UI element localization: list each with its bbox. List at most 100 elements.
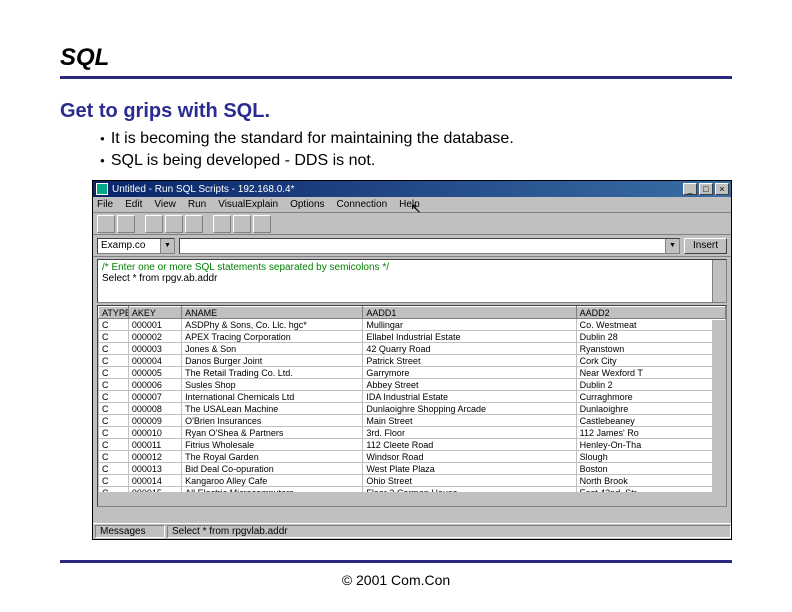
table-cell: Slough: [576, 451, 725, 463]
window-title: Untitled - Run SQL Scripts - 192.168.0.4…: [112, 184, 683, 195]
table-cell: 000011: [128, 439, 181, 451]
menu-file[interactable]: File: [97, 199, 113, 210]
table-cell: Ryan O'Shea & Partners: [182, 427, 363, 439]
table-cell: C: [99, 355, 129, 367]
table-row[interactable]: C000005The Retail Trading Co. Ltd.Garrym…: [99, 367, 726, 379]
sql-editor[interactable]: /* Enter one or more SQL statements sepa…: [97, 259, 727, 303]
chevron-down-icon[interactable]: ▼: [665, 239, 679, 253]
toolbar-explain-icon[interactable]: [213, 215, 231, 233]
table-cell: Ellabel Industrial Estate: [363, 331, 576, 343]
statusbar: Messages Select * from rpgvlab.addr: [93, 523, 731, 539]
table-row[interactable]: C000014Kangaroo Alley CafeOhio StreetNor…: [99, 475, 726, 487]
toolbar-runall-icon[interactable]: [165, 215, 183, 233]
examples-select[interactable]: ▼: [179, 238, 680, 254]
divider-bottom: [60, 560, 732, 563]
maximize-button[interactable]: □: [699, 183, 713, 195]
scrollbar-vertical[interactable]: [712, 260, 726, 302]
table-cell: North Brook: [576, 475, 725, 487]
status-pane-stmt: Select * from rpgvlab.addr: [167, 525, 731, 538]
toolbar-run-icon[interactable]: [145, 215, 163, 233]
table-cell: C: [99, 379, 129, 391]
table-cell: C: [99, 343, 129, 355]
editor-statement: Select * from rpgv.ab.addr: [102, 273, 722, 284]
menu-options[interactable]: Options: [290, 199, 324, 210]
table-row[interactable]: C000002APEX Tracing CorporationEllabel I…: [99, 331, 726, 343]
table-cell: Dunlaoighre: [576, 403, 725, 415]
menu-edit[interactable]: Edit: [125, 199, 142, 210]
table-cell: C: [99, 475, 129, 487]
toolbar-undo-icon[interactable]: [233, 215, 251, 233]
toolbar-stop-icon[interactable]: [185, 215, 203, 233]
table-cell: International Chemicals Ltd: [182, 391, 363, 403]
titlebar: Untitled - Run SQL Scripts - 192.168.0.4…: [93, 181, 731, 197]
scrollbar-vertical[interactable]: [712, 320, 726, 492]
status-pane-messages: Messages: [95, 525, 165, 538]
table-cell: C: [99, 331, 129, 343]
table-cell: C: [99, 367, 129, 379]
examples-row: Examp.co ▼ ▼ Insert: [93, 235, 731, 257]
close-button[interactable]: ×: [715, 183, 729, 195]
table-cell: Ryanstown: [576, 343, 725, 355]
menu-visualexplain[interactable]: VisualExplain: [218, 199, 278, 210]
column-header[interactable]: AADD1: [363, 307, 576, 319]
app-icon: [96, 183, 108, 195]
bullet-list: It is becoming the standard for maintain…: [100, 130, 514, 174]
insert-button[interactable]: Insert: [684, 238, 727, 254]
minimize-button[interactable]: _: [683, 183, 697, 195]
toolbar: [93, 213, 731, 235]
table-row[interactable]: C000009O'Brien InsurancesMain StreetCast…: [99, 415, 726, 427]
table-cell: 000009: [128, 415, 181, 427]
table-cell: Windsor Road: [363, 451, 576, 463]
table-cell: Main Street: [363, 415, 576, 427]
table-row[interactable]: C000008The USALean MachineDunlaoighre Sh…: [99, 403, 726, 415]
toolbar-open-icon[interactable]: [97, 215, 115, 233]
column-header[interactable]: ATYPE: [99, 307, 129, 319]
table-cell: C: [99, 415, 129, 427]
menu-help[interactable]: Help: [399, 199, 420, 210]
table-cell: 000010: [128, 427, 181, 439]
column-header[interactable]: AKEY: [128, 307, 181, 319]
examples-label: Examp.co: [101, 240, 145, 251]
table-row[interactable]: C000010Ryan O'Shea & Partners3rd. Floor1…: [99, 427, 726, 439]
examples-label-combo[interactable]: Examp.co ▼: [97, 238, 175, 254]
table-cell: The USALean Machine: [182, 403, 363, 415]
table-row[interactable]: C000013Bid Deal Co-opurationWest Plate P…: [99, 463, 726, 475]
table-cell: Ohio Street: [363, 475, 576, 487]
table-row[interactable]: C000006Susles ShopAbbey StreetDublin 2: [99, 379, 726, 391]
menu-connection[interactable]: Connection: [337, 199, 388, 210]
menu-view[interactable]: View: [154, 199, 176, 210]
table-cell: 000012: [128, 451, 181, 463]
scrollbar-horizontal[interactable]: [98, 492, 726, 506]
table-row[interactable]: C000004Danos Burger JointPatrick StreetC…: [99, 355, 726, 367]
table-row[interactable]: C000011Fitrius Wholesale112 Cleete RoadH…: [99, 439, 726, 451]
table-cell: Cork City: [576, 355, 725, 367]
toolbar-redo-icon[interactable]: [253, 215, 271, 233]
table-cell: 000013: [128, 463, 181, 475]
table-row[interactable]: C000007International Chemicals LtdIDA In…: [99, 391, 726, 403]
table-cell: 000002: [128, 331, 181, 343]
table-cell: C: [99, 391, 129, 403]
menu-run[interactable]: Run: [188, 199, 206, 210]
table-cell: Fitrius Wholesale: [182, 439, 363, 451]
table-cell: Curraghmore: [576, 391, 725, 403]
table-cell: C: [99, 403, 129, 415]
column-header[interactable]: AADD2: [576, 307, 725, 319]
table-cell: Castlebeaney: [576, 415, 725, 427]
table-cell: 112 Cleete Road: [363, 439, 576, 451]
toolbar-save-icon[interactable]: [117, 215, 135, 233]
divider-top: [60, 76, 732, 79]
table-row[interactable]: C000001ASDPhy & Sons, Co. Llc. hgc*Mulli…: [99, 319, 726, 331]
table-cell: 000003: [128, 343, 181, 355]
table-row[interactable]: C000012The Royal GardenWindsor RoadSloug…: [99, 451, 726, 463]
column-header[interactable]: ANAME: [182, 307, 363, 319]
table-cell: West Plate Plaza: [363, 463, 576, 475]
menubar: File Edit View Run VisualExplain Options…: [93, 197, 731, 213]
bullet-item: It is becoming the standard for maintain…: [100, 130, 514, 148]
table-row[interactable]: C000003Jones & Son42 Quarry RoadRyanstow…: [99, 343, 726, 355]
chevron-down-icon[interactable]: ▼: [160, 239, 174, 253]
slide-subtitle: Get to grips with SQL.: [60, 100, 270, 123]
table-cell: 000005: [128, 367, 181, 379]
table-cell: 000007: [128, 391, 181, 403]
table-cell: 000008: [128, 403, 181, 415]
table-cell: Co. Westmeat: [576, 319, 725, 331]
